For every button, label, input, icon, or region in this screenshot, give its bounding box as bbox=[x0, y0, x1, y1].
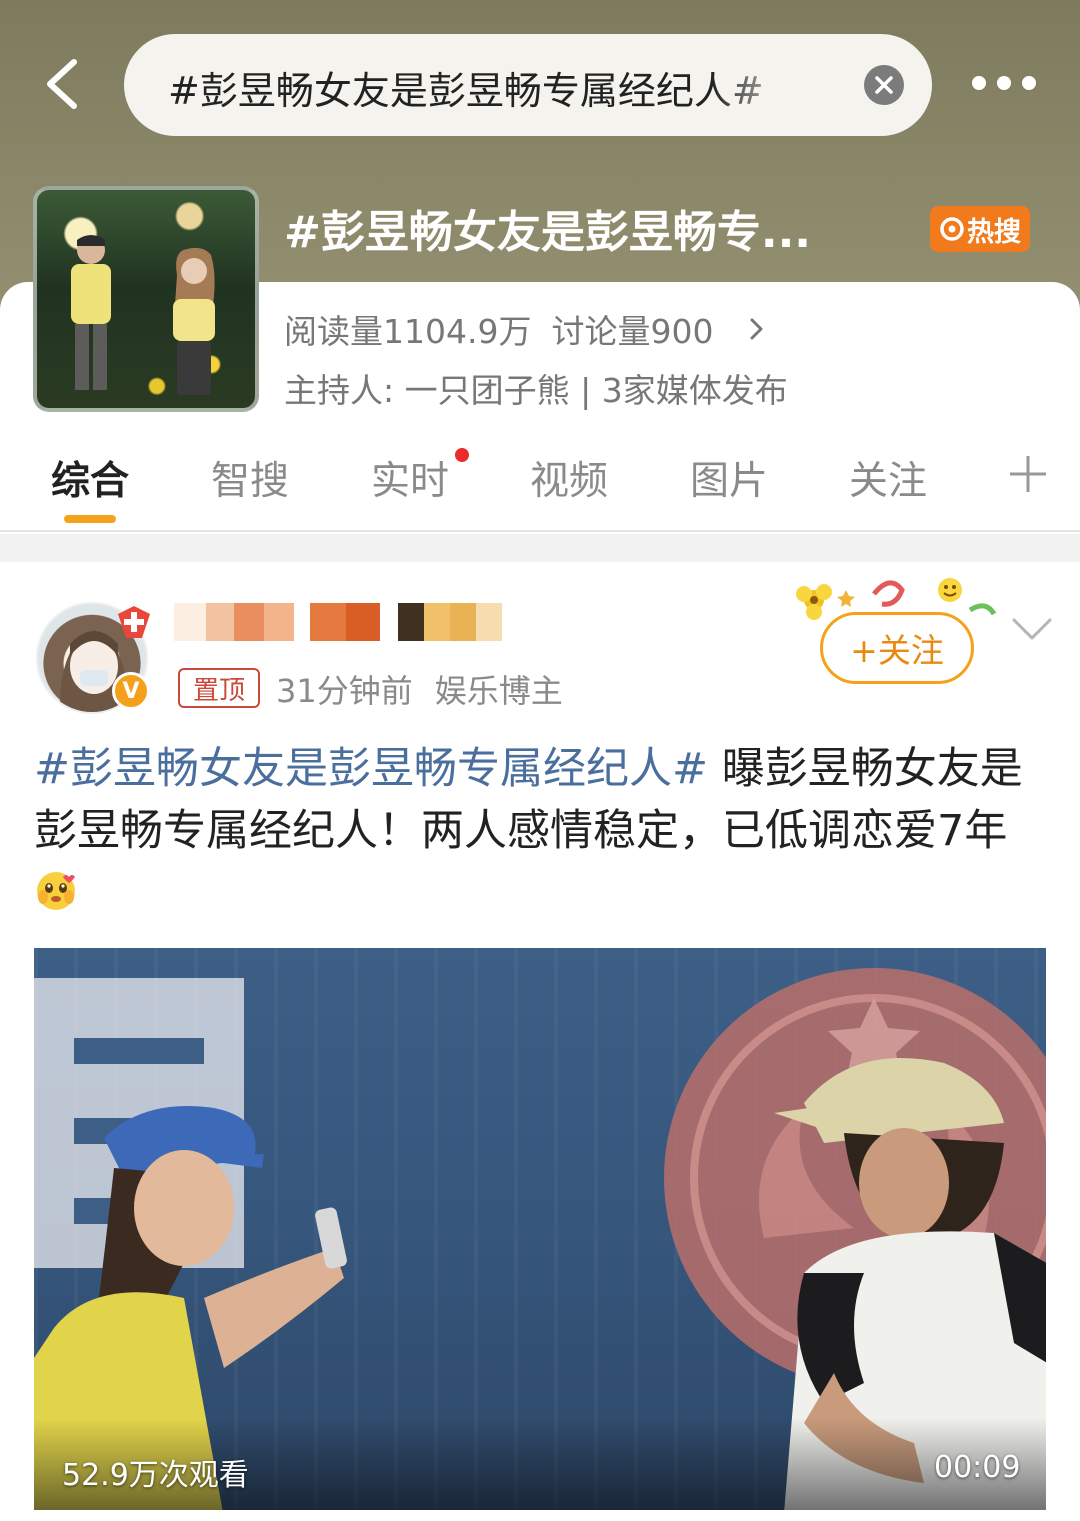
post-time: 31分钟前 bbox=[276, 672, 413, 710]
username-blurred[interactable] bbox=[174, 603, 504, 641]
video-duration: 00:09 bbox=[934, 1450, 1021, 1485]
chevron-down-icon[interactable] bbox=[1010, 614, 1054, 644]
tab-comprehensive[interactable]: 综合 bbox=[51, 450, 129, 506]
thumbnail-person-icon bbox=[173, 247, 215, 395]
tab-images[interactable]: 图片 bbox=[690, 450, 768, 506]
search-input[interactable]: #彭昱畅女友是彭昱畅专属经纪人# bbox=[168, 60, 808, 112]
topic-thumbnail[interactable] bbox=[33, 186, 259, 412]
hot-icon bbox=[940, 217, 964, 241]
follow-button[interactable]: +关注 bbox=[820, 612, 974, 684]
close-icon bbox=[875, 76, 893, 94]
chevron-right-icon bbox=[750, 318, 763, 340]
divider bbox=[0, 530, 1080, 532]
back-button[interactable] bbox=[40, 56, 90, 112]
add-tab-icon[interactable] bbox=[1008, 454, 1048, 494]
more-options-button[interactable] bbox=[966, 72, 1042, 96]
post-meta: 31分钟前 娱乐博主 bbox=[276, 666, 563, 712]
hashtag-link[interactable]: #彭昱畅女友是彭昱畅专属经纪人# bbox=[34, 744, 708, 794]
tab-video[interactable]: 视频 bbox=[530, 450, 608, 506]
video-view-count: 52.9万次观看 bbox=[62, 1458, 249, 1493]
avatar-badge-icon bbox=[118, 606, 150, 638]
more-dots-icon bbox=[972, 76, 986, 90]
search-bar[interactable]: #彭昱畅女友是彭昱畅专属经纪人# bbox=[124, 34, 932, 136]
tab-realtime[interactable]: 实时 bbox=[371, 450, 449, 506]
chevron-left-icon bbox=[47, 59, 77, 109]
new-content-dot bbox=[455, 448, 469, 462]
verified-badge: V bbox=[112, 672, 150, 710]
discussion-count: 讨论量900 bbox=[551, 312, 714, 351]
tab-following[interactable]: 关注 bbox=[849, 450, 927, 506]
post-text: #彭昱畅女友是彭昱畅专属经纪人# 曝彭昱畅女友是彭昱畅专属经纪人！两人感情稳定，… bbox=[34, 738, 1044, 924]
clear-search-button[interactable] bbox=[864, 65, 904, 105]
touched-emoji-icon bbox=[37, 872, 75, 910]
topic-host-info: 主持人: 一只团子熊 | 3家媒体发布 bbox=[284, 371, 788, 410]
user-type: 娱乐博主 bbox=[434, 672, 563, 710]
hot-badge-label: 热搜 bbox=[967, 216, 1021, 248]
thumbnail-person-icon bbox=[71, 235, 111, 390]
topic-stats[interactable]: 阅读量1104.9万 讨论量900 bbox=[284, 306, 767, 352]
tab-smart-search[interactable]: 智搜 bbox=[211, 450, 289, 506]
hot-search-badge[interactable]: 热搜 bbox=[930, 206, 1030, 252]
read-count: 阅读量1104.9万 bbox=[284, 312, 532, 351]
pinned-badge: 置顶 bbox=[178, 668, 260, 708]
tab-bar: 综合 智搜 实时 视频 图片 关注 bbox=[0, 440, 1080, 530]
video-player[interactable] bbox=[34, 948, 1046, 1510]
topic-title: #彭昱畅女友是彭昱畅专... bbox=[284, 207, 812, 258]
active-tab-indicator bbox=[64, 515, 116, 523]
